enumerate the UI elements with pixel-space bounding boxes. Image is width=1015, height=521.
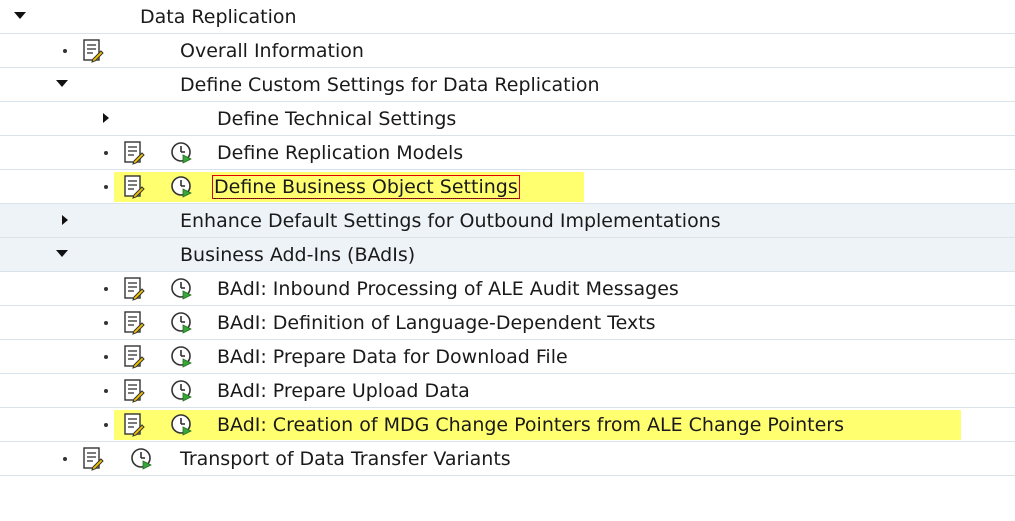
bullet-icon [104,423,108,427]
tree-row-business-add-ins[interactable]: Business Add-Ins (BAdIs) [0,238,1015,272]
execute-clock-icon[interactable] [130,447,154,471]
bullet-icon [104,355,108,359]
collapse-arrow-icon[interactable] [14,0,28,34]
execute-clock-icon[interactable] [170,141,194,165]
bullet-icon [104,287,108,291]
execute-clock-icon[interactable] [170,311,194,335]
execute-clock-icon[interactable] [170,345,194,369]
tree-row-define-custom-settings[interactable]: Define Custom Settings for Data Replicat… [0,68,1015,102]
bullet-icon [104,321,108,325]
documentation-icon[interactable] [82,39,104,63]
node-label[interactable]: Overall Information [180,40,364,62]
tree-row-transport-variants[interactable]: Transport of Data Transfer Variants [0,442,1015,476]
expand-arrow-icon[interactable] [59,204,73,238]
node-label[interactable]: BAdI: Prepare Data for Download File [217,346,568,368]
node-label[interactable]: BAdI: Prepare Upload Data [217,380,470,402]
tree-row-define-replication-models[interactable]: Define Replication Models [0,136,1015,170]
tree-row-data-replication[interactable]: Data Replication [0,0,1015,34]
bullet-icon [63,457,67,461]
expand-arrow-icon[interactable] [100,102,114,136]
node-label[interactable]: Define Replication Models [217,142,463,164]
bullet-icon [104,389,108,393]
execute-clock-icon[interactable] [170,175,194,199]
node-label-focused[interactable]: Define Business Object Settings [212,175,520,199]
node-label[interactable]: Define Technical Settings [217,108,456,130]
documentation-icon[interactable] [123,311,145,335]
documentation-icon[interactable] [123,277,145,301]
tree-row-badi-mdg-change-pointers[interactable]: BAdI: Creation of MDG Change Pointers fr… [0,408,1015,442]
tree-row-enhance-default-settings[interactable]: Enhance Default Settings for Outbound Im… [0,204,1015,238]
bullet-icon [104,151,108,155]
node-label[interactable]: BAdI: Creation of MDG Change Pointers fr… [217,414,844,436]
collapse-arrow-icon[interactable] [56,238,70,272]
bullet-icon [63,49,67,53]
tree-row-badi-prepare-download[interactable]: BAdI: Prepare Data for Download File [0,340,1015,374]
tree-row-badi-prepare-upload[interactable]: BAdI: Prepare Upload Data [0,374,1015,408]
tree-row-badi-language-texts[interactable]: BAdI: Definition of Language-Dependent T… [0,306,1015,340]
node-label[interactable]: Data Replication [140,6,297,28]
execute-clock-icon[interactable] [170,379,194,403]
node-label[interactable]: BAdI: Definition of Language-Dependent T… [217,312,656,334]
execute-clock-icon[interactable] [170,277,194,301]
bullet-icon [104,185,108,189]
tree-row-define-technical-settings[interactable]: Define Technical Settings [0,102,1015,136]
documentation-icon[interactable] [123,413,145,437]
documentation-icon[interactable] [123,175,145,199]
node-label[interactable]: Define Custom Settings for Data Replicat… [180,74,600,96]
documentation-icon[interactable] [123,141,145,165]
execute-clock-icon[interactable] [170,413,194,437]
node-label[interactable]: Enhance Default Settings for Outbound Im… [180,210,721,232]
documentation-icon[interactable] [123,345,145,369]
node-label[interactable]: Business Add-Ins (BAdIs) [180,244,415,266]
documentation-icon[interactable] [123,379,145,403]
implementation-guide-tree: Data Replication Overall Information Def… [0,0,1015,521]
documentation-icon[interactable] [82,447,104,471]
node-label[interactable]: Transport of Data Transfer Variants [180,448,511,470]
collapse-arrow-icon[interactable] [56,68,70,102]
tree-row-overall-information[interactable]: Overall Information [0,34,1015,68]
tree-row-define-business-object-settings[interactable]: Define Business Object Settings [0,170,1015,204]
node-label[interactable]: BAdI: Inbound Processing of ALE Audit Me… [217,278,679,300]
tree-row-badi-inbound-processing[interactable]: BAdI: Inbound Processing of ALE Audit Me… [0,272,1015,306]
